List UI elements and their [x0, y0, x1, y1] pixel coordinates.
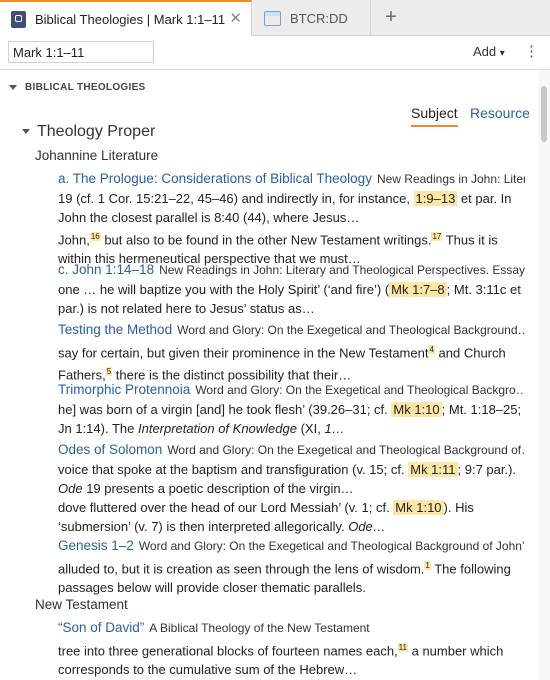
sort-resource-tab[interactable]: Resource	[470, 105, 530, 121]
snippet-text: (XI,	[296, 421, 325, 436]
sort-subject-tab[interactable]: Subject	[411, 105, 458, 127]
snippet-text: say for certain, but given their promine…	[58, 345, 429, 361]
chevron-down-icon: ▾	[499, 48, 505, 59]
snippet-text: John,	[58, 232, 90, 248]
snippet-text: but also to be found in the other New Te…	[100, 232, 432, 248]
tab-bar: Biblical Theologies | Mark 1:1–11 ✕ BTCR…	[0, 0, 550, 36]
highlight: 1:9–13	[413, 191, 458, 206]
scrollbar[interactable]	[538, 70, 550, 680]
snippet-text: 19 (cf. 1 Cor. 15:21–22, 45–46) and indi…	[58, 191, 414, 206]
snippet[interactable]: dove fluttered over the head of our Lord…	[58, 498, 525, 536]
list-item: Trimorphic Protennoia Word and Glory: On …	[58, 380, 525, 438]
list-item: Testing the Method Word and Glory: On the…	[58, 320, 525, 385]
list-item: c. John 1:14–18 New Readings in John: Lit…	[58, 260, 525, 318]
footnote-marker: 17	[431, 232, 443, 241]
section-title: BIBLICAL THEOLOGIES	[25, 82, 146, 93]
add-label: Add	[473, 44, 497, 59]
snippet[interactable]: 19 (cf. 1 Cor. 15:21–22, 45–46) and indi…	[58, 189, 525, 227]
list-item: a. The Prologue: Considerations of Bibli…	[58, 169, 525, 268]
add-tab-button[interactable]: +	[380, 6, 402, 28]
close-icon[interactable]: ✕	[229, 11, 242, 27]
snippet-text: alluded to, but it is creation as seen t…	[58, 561, 425, 577]
add-button[interactable]: Add ▾	[473, 44, 505, 59]
list-item: Odes of Solomon Word and Glory: On the Ex…	[58, 440, 525, 536]
tab-label: BTCR:DD	[290, 10, 348, 26]
snippet-text: one … he will baptize you with the Holy …	[58, 282, 390, 297]
scrollbar-thumb[interactable]	[541, 86, 547, 142]
highlight: Mk 1:10	[391, 402, 442, 417]
entry-source: A Biblical Theology of the New Testament	[149, 621, 370, 635]
group-heading-johannine: Johannine Literature	[35, 148, 159, 163]
snippet-italic: 1…	[324, 421, 345, 436]
entry-source: Word and Glory: On the Exegetical and Th…	[195, 383, 525, 397]
tab-label: Biblical Theologies | Mark 1:1–11	[35, 11, 226, 27]
section-header[interactable]: BIBLICAL THEOLOGIES	[9, 82, 146, 93]
list-item: “Son of David” A Biblical Theology of the…	[58, 618, 525, 679]
snippet-italic: Ode…	[348, 519, 386, 534]
highlight: Mk 1:7–8	[389, 282, 447, 297]
highlight: Mk 1:10	[393, 500, 444, 515]
tab-biblical-theologies[interactable]: Biblical Theologies | Mark 1:1–11 ✕	[0, 0, 252, 36]
snippet[interactable]: alluded to, but it is creation as seen t…	[58, 556, 525, 597]
reference-input[interactable]	[8, 41, 154, 63]
snippet-text: tree into three generational blocks of f…	[58, 643, 398, 659]
entry-title-link[interactable]: a. The Prologue: Considerations of Bibli…	[58, 171, 372, 186]
content-pane: BIBLICAL THEOLOGIES Subject Resource The…	[0, 70, 538, 680]
tab-btcr-dd[interactable]: BTCR:DD	[253, 0, 371, 36]
entry-source: New Readings in John: Liter…	[376, 172, 525, 186]
entry-source: Word and Glory: On the Exegetical and Th…	[167, 443, 525, 457]
snippet[interactable]: tree into three generational blocks of f…	[58, 638, 525, 679]
book-icon	[11, 10, 26, 28]
entry-title-link[interactable]: “Son of David”	[58, 620, 144, 635]
snippet[interactable]: voice that spoke at the baptism and tran…	[58, 460, 525, 498]
entry-source: New Readings in John: Literary and Theol…	[159, 263, 525, 277]
collapse-triangle-icon	[9, 84, 17, 90]
snippet-text: he] was born of a virgin [and] he took f…	[58, 402, 392, 417]
footnote-marker: 16	[89, 232, 101, 241]
snippet-text: 19 presents a poetic description of the …	[82, 481, 354, 496]
group-heading-new-testament: New Testament	[35, 597, 128, 612]
entry-source: Word and Glory: On the Exegetical and Th…	[177, 323, 525, 337]
collapse-triangle-icon	[22, 129, 30, 135]
entry-source: Word and Glory: On the Exegetical and Th…	[138, 539, 525, 553]
snippet[interactable]: he] was born of a virgin [and] he took f…	[58, 400, 525, 438]
footnote-marker: 11	[397, 643, 408, 652]
entry-title-link[interactable]: Genesis 1–2	[58, 538, 134, 553]
entry-title-link[interactable]: Odes of Solomon	[58, 442, 162, 457]
snippet-text: dove fluttered over the head of our Lord…	[58, 500, 394, 515]
highlight: Mk 1:11	[408, 462, 458, 477]
snippet[interactable]: say for certain, but given their promine…	[58, 340, 525, 385]
dictionary-icon	[264, 10, 281, 26]
entry-title-link[interactable]: Testing the Method	[58, 322, 172, 337]
snippet[interactable]: one … he will baptize you with the Holy …	[58, 280, 525, 318]
snippet-text: ; 9:7 par.).	[457, 462, 517, 477]
toolbar: Add ▾ ⋮	[0, 36, 550, 70]
topic-heading[interactable]: Theology Proper	[22, 123, 155, 141]
more-options-icon[interactable]: ⋮	[524, 44, 539, 60]
entry-title-link[interactable]: c. John 1:14–18	[58, 262, 154, 277]
snippet-text: voice that spoke at the baptism and tran…	[58, 462, 409, 477]
snippet-italic: Interpretation of Knowledge	[137, 421, 297, 436]
snippet-italic: Ode	[58, 481, 83, 496]
entry-title-link[interactable]: Trimorphic Protennoia	[58, 382, 190, 397]
list-item: Genesis 1–2 Word and Glory: On the Exeget…	[58, 536, 525, 597]
topic-heading-label: Theology Proper	[37, 123, 156, 140]
